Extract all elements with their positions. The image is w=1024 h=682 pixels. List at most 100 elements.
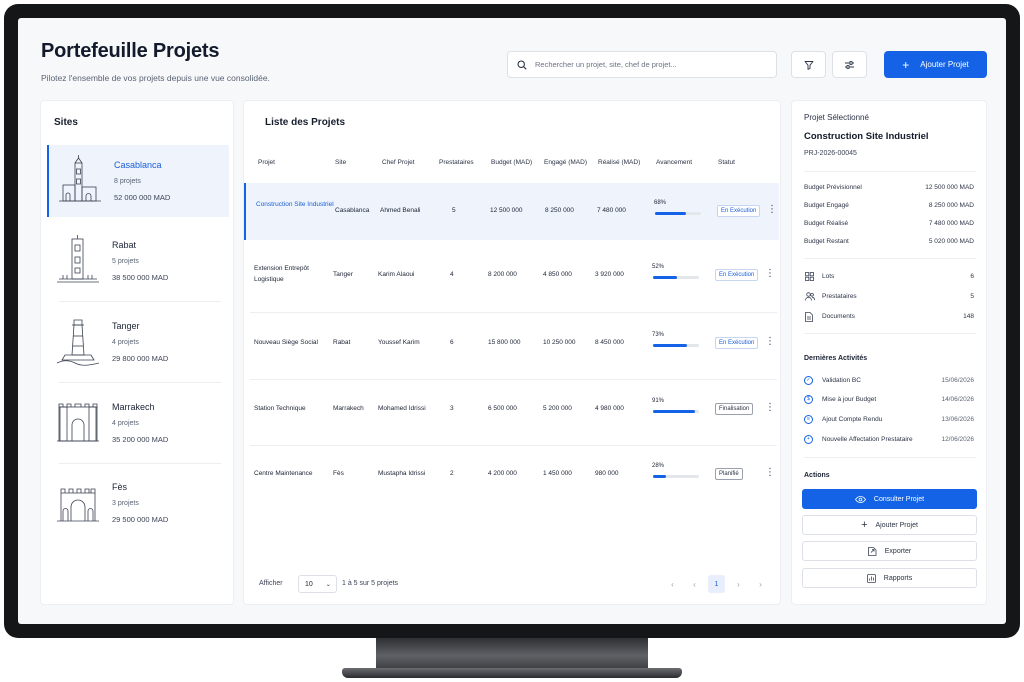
settings-button[interactable] bbox=[832, 51, 867, 78]
site-budget: 52 000 000 MAD bbox=[114, 193, 171, 202]
filter-button[interactable] bbox=[791, 51, 826, 78]
project-prestataires: 6 bbox=[450, 339, 454, 346]
progress-fill bbox=[653, 344, 687, 347]
project-engage: 10 250 000 bbox=[543, 339, 576, 346]
column-header[interactable]: Réalisé (MAD) bbox=[598, 159, 640, 166]
activity-date: 15/06/2026 bbox=[941, 377, 974, 384]
divider bbox=[804, 333, 976, 334]
table-row[interactable]: Nouveau Siège Social Rabat Youssef Karim… bbox=[244, 315, 779, 379]
last-page-icon[interactable]: › bbox=[752, 575, 769, 593]
table-row[interactable]: Construction Site Industriel Casablanca … bbox=[244, 183, 779, 240]
export-icon bbox=[867, 546, 877, 556]
progress-label: 68% bbox=[654, 200, 667, 206]
site-item-rabat[interactable]: Rabat 5 projets 38 500 000 MAD bbox=[47, 225, 229, 297]
site-budget: 29 800 000 MAD bbox=[112, 354, 169, 363]
next-page-icon[interactable]: › bbox=[730, 575, 747, 593]
site-item-marrakech[interactable]: Marrakech 4 projets 35 200 000 MAD bbox=[47, 387, 229, 459]
project-name[interactable]: Construction Site Industriel bbox=[256, 199, 334, 210]
site-budget: 29 500 000 MAD bbox=[112, 515, 169, 524]
project-chef: Karim Alaoui bbox=[378, 271, 415, 278]
page-number[interactable]: 1 bbox=[708, 575, 725, 593]
progress-fill bbox=[653, 276, 677, 279]
site-project-count: 5 projets bbox=[112, 258, 139, 265]
more-options-icon[interactable]: ⋮ bbox=[765, 468, 775, 478]
monitor-stand-neck bbox=[376, 638, 648, 670]
plus-icon: + bbox=[902, 57, 910, 72]
project-code: PRJ-2026-00045 bbox=[804, 150, 857, 157]
project-name[interactable]: Nouveau Siège Social bbox=[254, 337, 344, 348]
stat-label: Prestataires bbox=[822, 293, 857, 300]
column-header[interactable]: Engagé (MAD) bbox=[544, 159, 587, 166]
table-row[interactable]: Station Technique Marrakech Mohamed Idri… bbox=[244, 382, 779, 446]
eye-icon bbox=[854, 495, 866, 503]
stat-value: 5 bbox=[970, 293, 974, 300]
document-icon bbox=[805, 312, 813, 322]
table-row[interactable]: Extension Entrepôt Logistique Tanger Kar… bbox=[244, 246, 779, 310]
sites-title: Sites bbox=[54, 117, 78, 128]
budget-value: 7 480 000 MAD bbox=[928, 220, 974, 227]
column-header[interactable]: Chef Projet bbox=[382, 159, 415, 166]
export-button[interactable]: Exporter bbox=[802, 541, 977, 561]
project-name[interactable]: Station Technique bbox=[254, 403, 344, 414]
site-divider bbox=[59, 463, 221, 464]
progress-fill bbox=[653, 475, 666, 478]
project-realise: 8 450 000 bbox=[595, 339, 624, 346]
site-name: Casablanca bbox=[114, 160, 162, 170]
status-badge: En Exécution bbox=[715, 269, 759, 281]
page-size-select[interactable]: 10 ⌄ bbox=[298, 575, 337, 593]
add-project-secondary-button[interactable]: + Ajouter Projet bbox=[802, 515, 977, 535]
more-options-icon[interactable]: ⋮ bbox=[765, 337, 775, 347]
budget-label: Budget Engagé bbox=[804, 202, 849, 209]
progress-label: 73% bbox=[652, 332, 665, 338]
site-item-tanger[interactable]: Tanger 4 projets 29 800 000 MAD bbox=[47, 306, 229, 378]
site-project-count: 3 projets bbox=[112, 500, 139, 507]
project-chef: Ahmed Benali bbox=[380, 207, 421, 214]
monitor-stand-base bbox=[342, 668, 682, 678]
project-detail-panel: Projet Sélectionné Construction Site Ind… bbox=[791, 100, 987, 605]
more-options-icon[interactable]: ⋮ bbox=[767, 205, 777, 215]
divider bbox=[804, 457, 976, 458]
hassan-tower-illustration bbox=[57, 235, 99, 283]
column-header[interactable]: Avancement bbox=[656, 159, 692, 166]
project-budget: 12 500 000 bbox=[490, 207, 523, 214]
project-realise: 4 980 000 bbox=[595, 405, 624, 412]
column-header[interactable]: Projet bbox=[258, 159, 275, 166]
reports-button[interactable]: Rapports bbox=[802, 568, 977, 588]
activity-label: Nouvelle Affectation Prestataire bbox=[822, 436, 913, 443]
search-input[interactable] bbox=[535, 60, 765, 69]
sliders-icon bbox=[845, 60, 854, 69]
more-options-icon[interactable]: ⋮ bbox=[765, 403, 775, 413]
site-item-fes[interactable]: Fès 3 projets 29 500 000 MAD bbox=[47, 467, 229, 539]
progress-fill bbox=[653, 410, 695, 413]
project-name[interactable]: Centre Maintenance bbox=[254, 468, 344, 479]
project-chef: Mohamed Idrissi bbox=[378, 405, 426, 412]
page-size-value: 10 bbox=[305, 580, 313, 588]
previous-page-icon[interactable]: ‹ bbox=[686, 575, 703, 593]
progress-bar bbox=[655, 212, 701, 215]
more-options-icon[interactable]: ⋮ bbox=[765, 269, 775, 279]
page-subtitle: Pilotez l'ensemble de vos projets depuis… bbox=[41, 73, 270, 83]
project-name[interactable]: Extension Entrepôt Logistique bbox=[254, 263, 332, 285]
column-header[interactable]: Statut bbox=[718, 159, 735, 166]
first-page-icon[interactable]: ‹ bbox=[664, 575, 681, 593]
column-header[interactable]: Budget (MAD) bbox=[491, 159, 532, 166]
project-site: Marrakech bbox=[333, 405, 364, 412]
column-header[interactable]: Site bbox=[335, 159, 346, 166]
search-icon bbox=[517, 59, 527, 70]
site-item-casablanca[interactable]: Casablanca 8 projets 52 000 000 MAD bbox=[47, 145, 229, 217]
actions-title: Actions bbox=[804, 472, 830, 479]
search-bar[interactable] bbox=[507, 51, 777, 78]
consult-project-button[interactable]: Consulter Projet bbox=[802, 489, 977, 509]
table-row[interactable]: Centre Maintenance Fès Mustapha Idrissi … bbox=[244, 448, 779, 512]
project-realise: 7 480 000 bbox=[597, 207, 626, 214]
chevron-down-icon: ⌄ bbox=[325, 581, 331, 588]
budget-label: Budget Prévisionnel bbox=[804, 184, 862, 191]
stat-label: Documents bbox=[822, 313, 855, 320]
stat-value: 148 bbox=[963, 313, 974, 320]
project-prestataires: 3 bbox=[450, 405, 454, 412]
add-project-button[interactable]: + Ajouter Projet bbox=[884, 51, 987, 78]
currency-circle-icon: $ bbox=[804, 395, 813, 404]
project-prestataires: 2 bbox=[450, 470, 454, 477]
row-divider bbox=[250, 445, 777, 446]
column-header[interactable]: Prestataires bbox=[439, 159, 474, 166]
